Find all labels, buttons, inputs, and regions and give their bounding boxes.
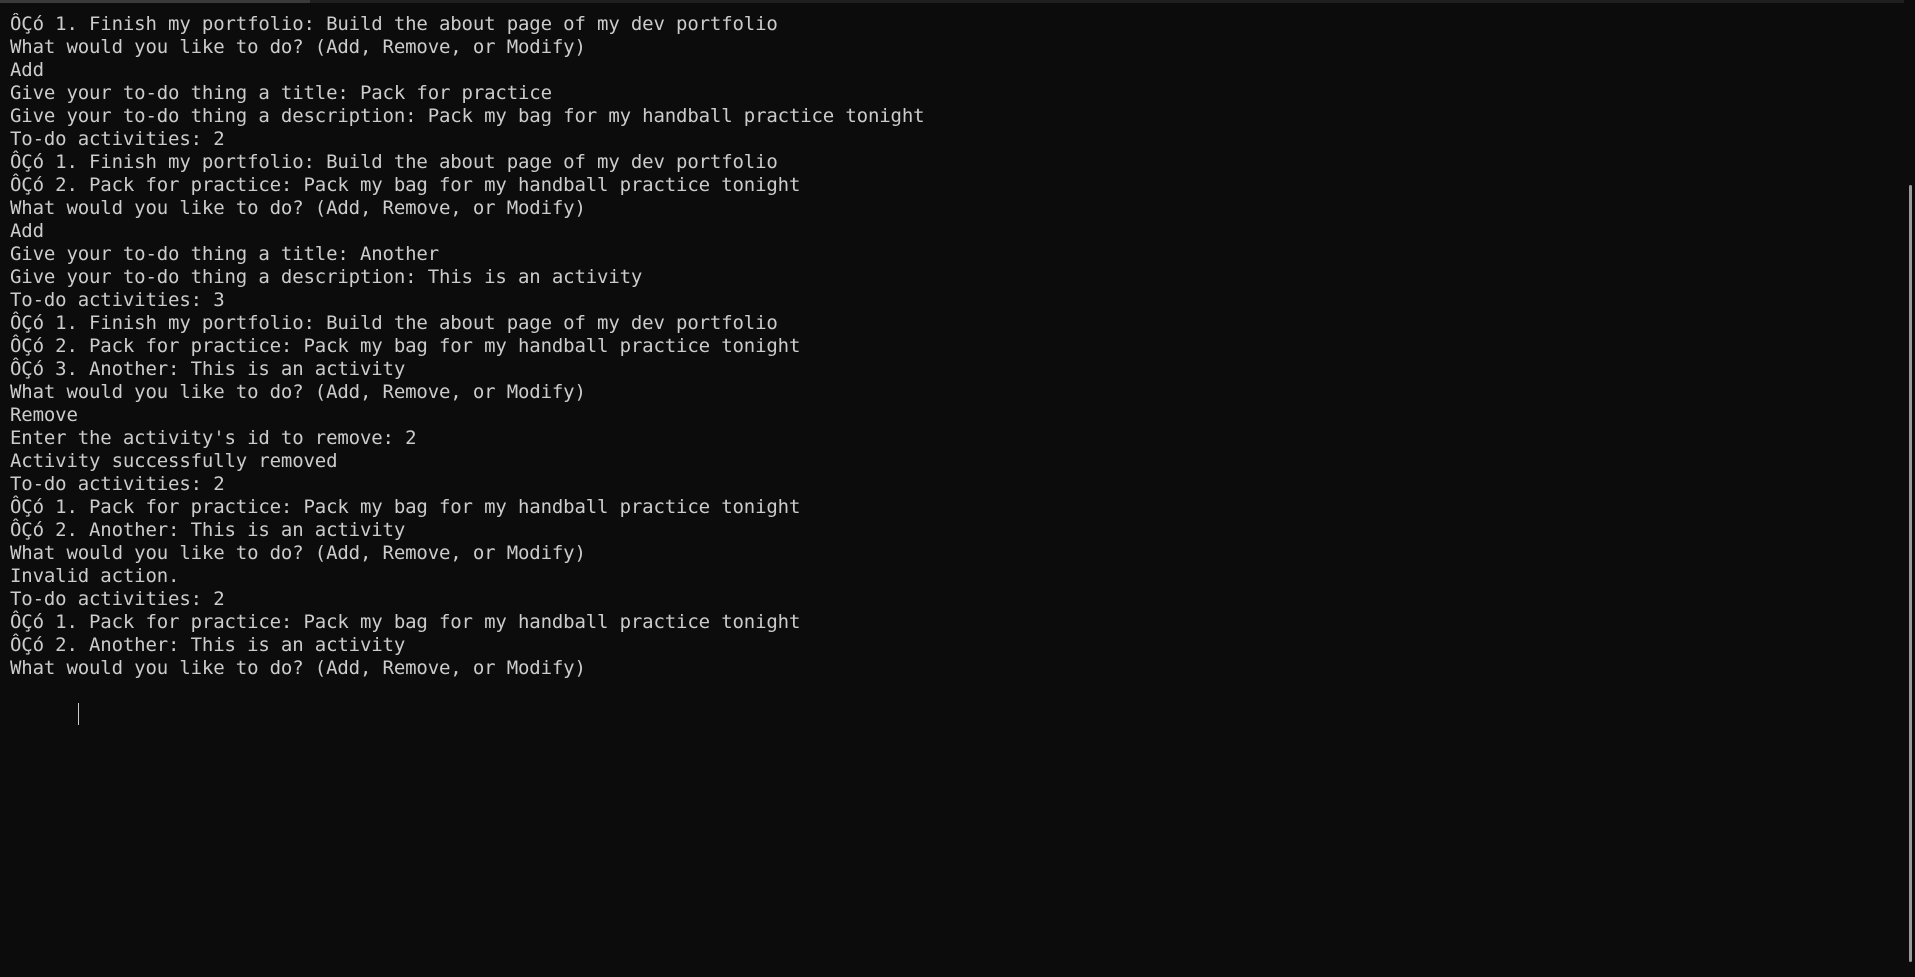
window-top-strip bbox=[0, 0, 1915, 3]
terminal-line: To-do activities: 2 bbox=[10, 473, 225, 495]
terminal-line: Give your to-do thing a title: Another bbox=[10, 243, 439, 265]
terminal-line: To-do activities: 2 bbox=[10, 128, 225, 150]
terminal-line: To-do activities: 2 bbox=[10, 588, 225, 610]
terminal-line: Invalid action. bbox=[10, 565, 180, 587]
terminal-line: ÔÇó 2. Another: This is an activity bbox=[10, 634, 406, 656]
terminal-line: ÔÇó 1. Pack for practice: Pack my bag fo… bbox=[10, 611, 801, 633]
terminal-line: What would you like to do? (Add, Remove,… bbox=[10, 381, 586, 403]
terminal-line: Remove bbox=[10, 404, 78, 426]
terminal-line: What would you like to do? (Add, Remove,… bbox=[10, 36, 586, 58]
terminal-line: ÔÇó 2. Pack for practice: Pack my bag fo… bbox=[10, 335, 801, 357]
terminal-input-line[interactable] bbox=[10, 680, 1890, 725]
text-cursor bbox=[77, 703, 79, 725]
scrollbar-thumb[interactable] bbox=[1909, 185, 1912, 962]
terminal-line: Add bbox=[10, 59, 44, 81]
terminal-line: ÔÇó 2. Pack for practice: Pack my bag fo… bbox=[10, 174, 801, 196]
top-strip-accent bbox=[0, 0, 310, 3]
terminal-line: ÔÇó 1. Pack for practice: Pack my bag fo… bbox=[10, 496, 801, 518]
terminal-line: What would you like to do? (Add, Remove,… bbox=[10, 657, 586, 679]
terminal-line: ÔÇó 1. Finish my portfolio: Build the ab… bbox=[10, 312, 778, 334]
terminal-line: ÔÇó 1. Finish my portfolio: Build the ab… bbox=[10, 13, 778, 35]
terminal-line: What would you like to do? (Add, Remove,… bbox=[10, 542, 586, 564]
terminal-line: ÔÇó 1. Finish my portfolio: Build the ab… bbox=[10, 151, 778, 173]
terminal-line: Add bbox=[10, 220, 44, 242]
terminal-lines: ÔÇó 1. Finish my portfolio: Build the ab… bbox=[10, 13, 1890, 725]
terminal-line: Give your to-do thing a title: Pack for … bbox=[10, 82, 552, 104]
terminal-line: Give your to-do thing a description: Pac… bbox=[10, 105, 925, 127]
terminal-line: What would you like to do? (Add, Remove,… bbox=[10, 197, 586, 219]
vertical-scrollbar[interactable] bbox=[1904, 0, 1915, 977]
terminal-line: To-do activities: 3 bbox=[10, 289, 225, 311]
terminal-line: Give your to-do thing a description: Thi… bbox=[10, 266, 643, 288]
terminal-line: ÔÇó 3. Another: This is an activity bbox=[10, 358, 406, 380]
terminal-line: Enter the activity's id to remove: 2 bbox=[10, 427, 417, 449]
terminal-output[interactable]: ÔÇó 1. Finish my portfolio: Build the ab… bbox=[10, 13, 1890, 963]
terminal-line: ÔÇó 2. Another: This is an activity bbox=[10, 519, 406, 541]
terminal-line: Activity successfully removed bbox=[10, 450, 338, 472]
